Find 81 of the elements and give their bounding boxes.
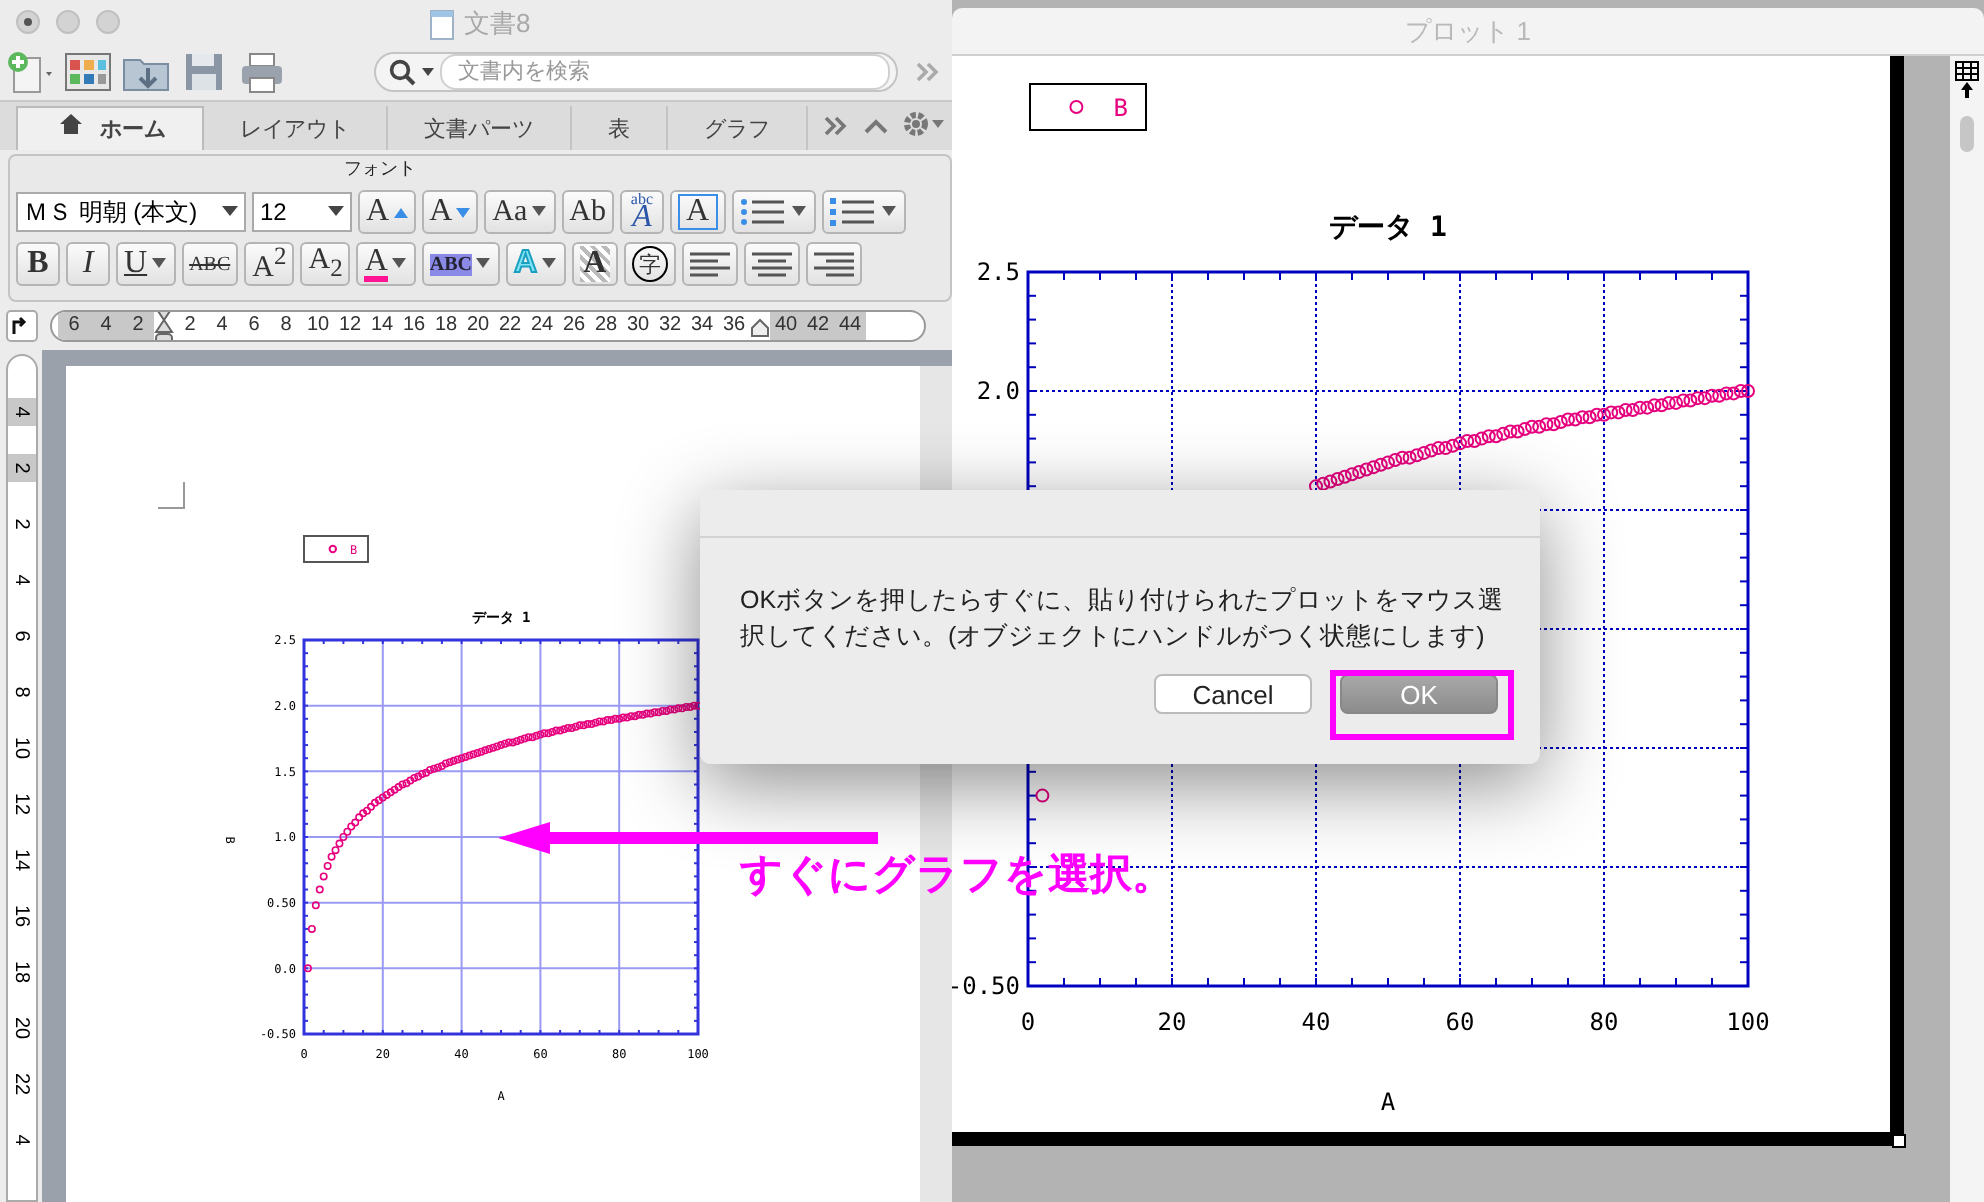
ruler-label: 16	[9, 902, 35, 930]
ruler-label: 6	[58, 312, 90, 340]
axis-tick-label: 80	[1589, 1008, 1619, 1036]
ruler-label: 2	[182, 312, 198, 340]
ruler-label: 36	[720, 312, 748, 340]
axis-tick-label: 40	[1301, 1008, 1331, 1036]
ribbon-tab[interactable]: ホーム	[16, 106, 204, 150]
axis-tick-label: 2.0	[976, 377, 1020, 406]
ruler-label: 44	[834, 312, 866, 340]
ruler-label: 30	[624, 312, 652, 340]
ruler-label: 12	[336, 312, 364, 340]
format-button[interactable]: Ab	[561, 190, 614, 234]
character-shading-button[interactable]: A	[571, 242, 619, 286]
window-title: 文書8	[464, 6, 531, 42]
ruler-label: 26	[560, 312, 588, 340]
ruler-label: 32	[656, 312, 684, 340]
font-name-field[interactable]: ＭＳ 明朝 (本文)	[16, 192, 246, 232]
ruler-label: 8	[278, 312, 294, 340]
ruler-label: 4	[8, 398, 36, 426]
enclose-character-button[interactable]: 字	[624, 242, 677, 286]
ruler-label: 18	[432, 312, 460, 340]
horizontal-ruler[interactable]: 6 4 2 2 4 6 8 10 12 14 16 18 20 22 24 26 28 30 32 34 36 40 42 44	[50, 310, 926, 342]
ruler-label: 42	[802, 312, 834, 340]
ruler-label: 2	[8, 454, 36, 482]
vertical-ruler[interactable]: 4 2 2 4 6 8 10 12 14 16 18 20 22 4	[6, 354, 38, 1202]
axis-tick-label: 2.5	[976, 258, 1020, 287]
phonetic-guide-button[interactable]: abc A	[619, 190, 664, 234]
search-field[interactable]: 文書内を検索	[374, 52, 898, 92]
ruler-label: 20	[464, 312, 492, 340]
shrink-font-button[interactable]: A	[421, 190, 479, 234]
ribbon-tab[interactable]: グラフ	[668, 106, 808, 150]
ruler-label: 18	[9, 958, 35, 986]
underline-button[interactable]: U	[116, 242, 176, 286]
ruler-label: 28	[592, 312, 620, 340]
x-axis-label: A	[1380, 1088, 1396, 1116]
chart-title: データ 1	[1329, 212, 1447, 244]
highlight-button[interactable]: ABC	[421, 242, 500, 286]
ruler-label: 20	[9, 1014, 35, 1042]
ribbon-tab[interactable]: レイアウト	[204, 106, 388, 150]
bold-button[interactable]: B	[16, 242, 60, 286]
ribbon-tab[interactable]: 文書パーツ	[388, 106, 572, 150]
ruler-label: 40	[770, 312, 802, 340]
axis-tick-label: 20	[1157, 1008, 1187, 1036]
font-size-field[interactable]: 12	[252, 192, 352, 232]
window-title: プロット 1	[1405, 13, 1531, 49]
italic-button[interactable]: I	[66, 242, 110, 286]
ruler-label: 34	[688, 312, 716, 340]
ruler-label: 4	[90, 312, 122, 340]
axis-tick-label: 0	[1020, 1008, 1036, 1036]
ribbon-tab[interactable]: 表	[572, 106, 668, 150]
ruler-label: 10	[304, 312, 332, 340]
axis-tick-label: -0.50	[952, 972, 1020, 1001]
character-border-button[interactable]: A	[669, 190, 726, 234]
axis-tick-label: 60	[1445, 1008, 1475, 1036]
ruler-label: 4	[9, 572, 35, 590]
ruler-label: 10	[9, 734, 35, 762]
ruler-label: 4	[9, 1132, 35, 1150]
ruler-label: 16	[400, 312, 428, 340]
ruler-label: 6	[246, 312, 262, 340]
format-button[interactable]: A$^{2}$	[244, 242, 295, 286]
ruler-label: 22	[496, 312, 524, 340]
ruler-label: 12	[9, 790, 35, 818]
ruler-label: 22	[9, 1070, 35, 1098]
ruler-label: 24	[528, 312, 556, 340]
strikethrough-button[interactable]: ABC	[181, 242, 239, 286]
ruler-label: 6	[9, 628, 35, 646]
ruler-label: 14	[9, 846, 35, 874]
cancel-button[interactable]: Cancel	[1154, 674, 1312, 714]
ruler-label: 4	[214, 312, 230, 340]
ruler-label: 2	[9, 516, 35, 534]
font-color-button[interactable]: A	[356, 242, 416, 286]
ruler-label: 14	[368, 312, 396, 340]
ruler-label: 2	[122, 312, 154, 340]
dialog-message: OKボタンを押したらすぐに、貼り付けられたプロットをマウス選択してください。(オブジェクトにハンドルがつく状態にします)	[740, 584, 1507, 654]
axis-tick-label: 100	[1726, 1008, 1770, 1036]
format-button[interactable]: A$_{2}$	[300, 242, 351, 286]
ruler-label: 8	[9, 684, 35, 702]
legend-label: B	[1113, 94, 1128, 123]
group-label: フォント	[342, 156, 418, 182]
change-case-button[interactable]: Aa	[484, 190, 556, 234]
grow-font-button[interactable]: A	[358, 190, 416, 234]
